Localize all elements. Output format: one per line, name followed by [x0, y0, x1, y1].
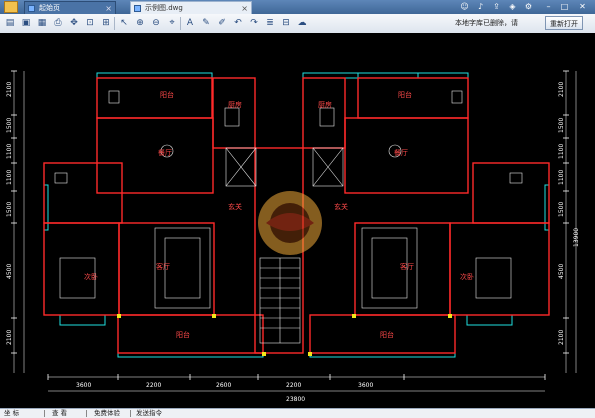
skin-icon[interactable]: ◈ — [507, 1, 518, 12]
zoom-out-icon[interactable]: ⊖ — [150, 17, 162, 29]
drawing-canvas[interactable]: 阳台 厨房 餐厅 玄关 次卧 客厅 阳台 厨房 阳台 餐厅 玄关 客厅 次卧 阳… — [0, 33, 595, 408]
brush-icon[interactable]: ✐ — [216, 17, 228, 29]
pan-icon[interactable]: ✥ — [68, 17, 80, 29]
layers-icon[interactable]: ≣ — [264, 17, 276, 29]
open-folder-icon[interactable]: ▤ — [4, 17, 16, 29]
dimension-total: 13900 — [573, 228, 580, 247]
dimension-label: 4500 — [558, 264, 565, 279]
room-label: 餐厅 — [158, 148, 172, 157]
room-label: 阳台 — [380, 330, 394, 339]
dimension-label: 1100 — [558, 170, 565, 185]
dimension-label: 3600 — [358, 382, 373, 389]
floor-plan-drawing: 阳台 厨房 餐厅 玄关 次卧 客厅 阳台 厨房 阳台 餐厅 玄关 客厅 次卧 阳… — [6, 70, 580, 403]
tab-start-page[interactable]: 起始页 × — [24, 1, 116, 14]
print-icon[interactable]: ⎙ — [52, 17, 64, 29]
dimension-label: 2100 — [6, 82, 13, 97]
close-icon[interactable]: ✕ — [577, 1, 588, 12]
dimension-label: 3600 — [76, 382, 91, 389]
dimension-label: 2100 — [6, 330, 13, 345]
room-label: 阳台 — [398, 90, 412, 99]
dimension-label: 2100 — [558, 82, 565, 97]
dimension-label: 1100 — [6, 170, 13, 185]
room-label: 次卧 — [84, 272, 98, 281]
room-label: 次卧 — [460, 272, 474, 281]
font-warning-message: 本地字库已删除，请 — [455, 19, 518, 27]
tab-drawing-file[interactable]: 示例图.dwg × — [130, 1, 252, 14]
dimension-label: 2200 — [146, 382, 161, 389]
room-label: 玄关 — [334, 202, 348, 211]
text-icon[interactable]: A — [184, 17, 196, 29]
room-label: 阳台 — [160, 90, 174, 99]
tab-start-page-label: 起始页 — [39, 4, 60, 12]
dimension-total: 23800 — [286, 396, 305, 403]
measure-icon[interactable]: ⌖ — [166, 17, 178, 29]
room-label: 厨房 — [228, 100, 242, 109]
room-label: 客厅 — [400, 262, 414, 271]
zoom-in-icon[interactable]: ⊕ — [134, 17, 146, 29]
dimension-label: 1500 — [6, 118, 13, 133]
zoom-window-icon[interactable]: ⊡ — [84, 17, 96, 29]
dimension-label: 2600 — [216, 382, 231, 389]
dimension-label: 2100 — [558, 330, 565, 345]
undo-icon[interactable]: ↶ — [232, 17, 244, 29]
room-label: 厨房 — [318, 100, 332, 109]
watermark-logo — [258, 191, 322, 255]
reopen-button[interactable]: 重新打开 — [545, 16, 583, 30]
zoom-extents-icon[interactable]: ⊞ — [100, 17, 112, 29]
app-logo-icon — [4, 1, 18, 13]
settings-icon[interactable]: ⚙ — [523, 1, 534, 12]
redo-icon[interactable]: ↷ — [248, 17, 260, 29]
room-label: 餐厅 — [394, 148, 408, 157]
dimension-label: 4500 — [6, 264, 13, 279]
save-icon[interactable]: ▣ — [20, 17, 32, 29]
room-label: 阳台 — [176, 330, 190, 339]
save-as-icon[interactable]: ▦ — [36, 17, 48, 29]
tab-drawing-file-label: 示例图.dwg — [145, 4, 183, 12]
room-label: 玄关 — [228, 202, 242, 211]
dimension-label: 2200 — [286, 382, 301, 389]
dimension-label: 1500 — [558, 118, 565, 133]
room-label: 客厅 — [156, 262, 170, 271]
cloud-icon[interactable]: ☁ — [296, 17, 308, 29]
compare-icon[interactable]: ⊟ — [280, 17, 292, 29]
minimize-icon[interactable]: – — [543, 1, 554, 12]
title-bar: 起始页 × 示例图.dwg × ☺ ♪ ⇪ ◈ ⚙ – □ ✕ — [0, 0, 595, 14]
dimension-label: 1500 — [6, 202, 13, 217]
bell-icon[interactable]: ♪ — [475, 1, 486, 12]
home-icon — [28, 5, 35, 12]
toolbar: ▤ ▣ ▦ ⎙ ✥ ⊡ ⊞ ↖ ⊕ ⊖ ⌖ A ✎ ✐ ↶ ↷ ≣ ⊟ ☁ 本地… — [0, 14, 595, 34]
dimension-label: 1100 — [558, 144, 565, 159]
select-icon[interactable]: ↖ — [118, 17, 130, 29]
share-icon[interactable]: ⇪ — [491, 1, 502, 12]
dwg-file-icon — [134, 5, 141, 12]
maximize-icon[interactable]: □ — [559, 1, 570, 12]
dimension-label: 1100 — [6, 144, 13, 159]
pencil-icon[interactable]: ✎ — [200, 17, 212, 29]
user-icon[interactable]: ☺ — [459, 1, 470, 12]
dimension-label: 1500 — [558, 202, 565, 217]
